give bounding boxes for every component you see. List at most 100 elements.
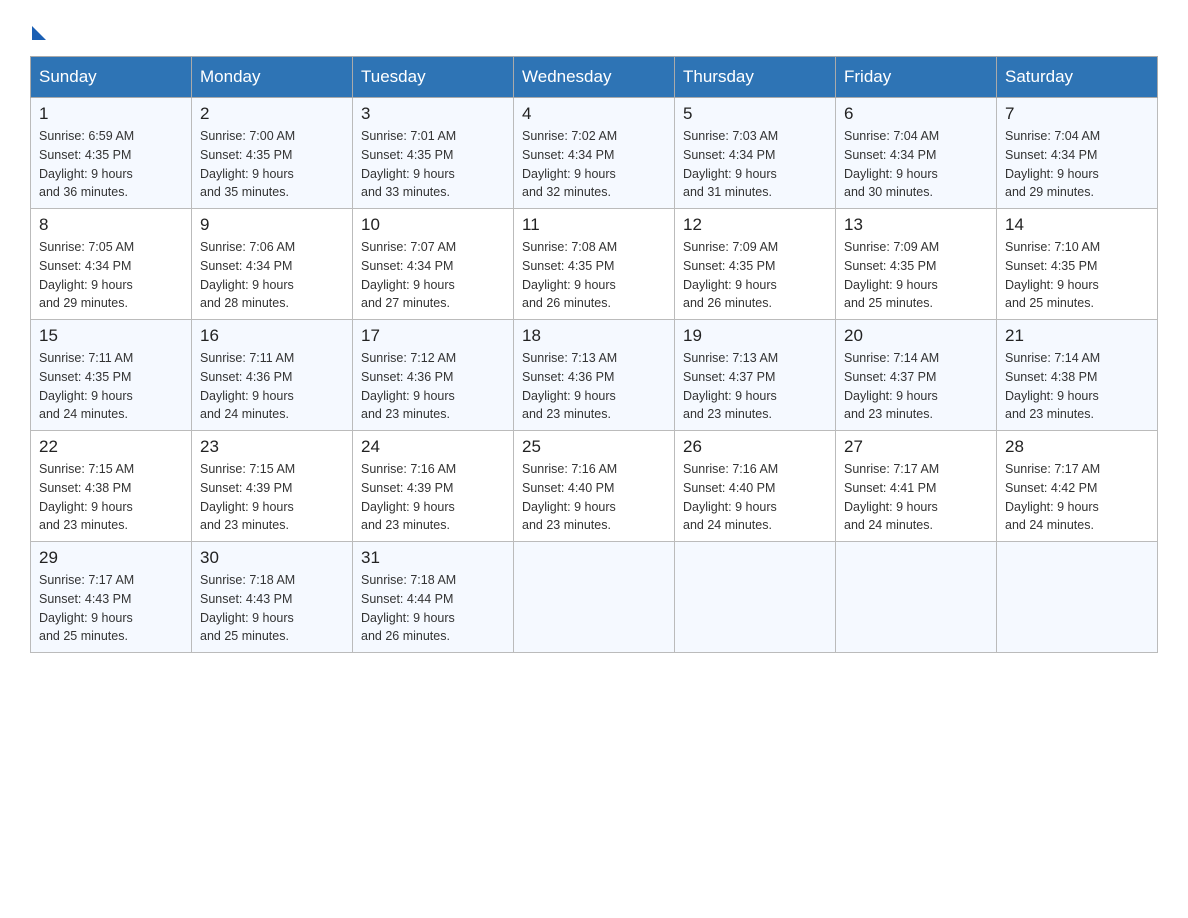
- calendar-cell: 29 Sunrise: 7:17 AMSunset: 4:43 PMDayligh…: [31, 542, 192, 653]
- day-info: Sunrise: 7:01 AMSunset: 4:35 PMDaylight:…: [361, 127, 505, 202]
- day-number: 11: [522, 215, 666, 235]
- calendar-cell: [836, 542, 997, 653]
- weekday-header-friday: Friday: [836, 57, 997, 98]
- calendar-cell: 12 Sunrise: 7:09 AMSunset: 4:35 PMDayligh…: [675, 209, 836, 320]
- calendar-cell: [675, 542, 836, 653]
- calendar-week-3: 15 Sunrise: 7:11 AMSunset: 4:35 PMDayligh…: [31, 320, 1158, 431]
- page-header: [30, 20, 1158, 36]
- day-info: Sunrise: 7:11 AMSunset: 4:35 PMDaylight:…: [39, 349, 183, 424]
- day-number: 23: [200, 437, 344, 457]
- calendar-cell: 26 Sunrise: 7:16 AMSunset: 4:40 PMDayligh…: [675, 431, 836, 542]
- weekday-header-sunday: Sunday: [31, 57, 192, 98]
- day-number: 8: [39, 215, 183, 235]
- day-number: 31: [361, 548, 505, 568]
- day-number: 19: [683, 326, 827, 346]
- day-info: Sunrise: 7:05 AMSunset: 4:34 PMDaylight:…: [39, 238, 183, 313]
- day-info: Sunrise: 7:07 AMSunset: 4:34 PMDaylight:…: [361, 238, 505, 313]
- calendar-cell: 8 Sunrise: 7:05 AMSunset: 4:34 PMDaylight…: [31, 209, 192, 320]
- day-info: Sunrise: 7:17 AMSunset: 4:41 PMDaylight:…: [844, 460, 988, 535]
- day-info: Sunrise: 7:13 AMSunset: 4:36 PMDaylight:…: [522, 349, 666, 424]
- day-number: 15: [39, 326, 183, 346]
- calendar-cell: [997, 542, 1158, 653]
- day-number: 24: [361, 437, 505, 457]
- logo: [30, 20, 46, 36]
- day-number: 26: [683, 437, 827, 457]
- day-number: 2: [200, 104, 344, 124]
- logo-triangle-icon: [32, 26, 46, 40]
- calendar-cell: 3 Sunrise: 7:01 AMSunset: 4:35 PMDaylight…: [353, 98, 514, 209]
- calendar-cell: 13Sunrise: 7:09 AMSunset: 4:35 PMDayligh…: [836, 209, 997, 320]
- weekday-header-tuesday: Tuesday: [353, 57, 514, 98]
- calendar-cell: [514, 542, 675, 653]
- logo-text: [30, 20, 46, 40]
- calendar-cell: 30 Sunrise: 7:18 AMSunset: 4:43 PMDayligh…: [192, 542, 353, 653]
- calendar-cell: 4Sunrise: 7:02 AMSunset: 4:34 PMDaylight…: [514, 98, 675, 209]
- calendar-cell: 22Sunrise: 7:15 AMSunset: 4:38 PMDayligh…: [31, 431, 192, 542]
- day-info: Sunrise: 7:17 AMSunset: 4:43 PMDaylight:…: [39, 571, 183, 646]
- day-number: 22: [39, 437, 183, 457]
- day-info: Sunrise: 7:08 AMSunset: 4:35 PMDaylight:…: [522, 238, 666, 313]
- day-info: Sunrise: 7:04 AMSunset: 4:34 PMDaylight:…: [1005, 127, 1149, 202]
- day-number: 1: [39, 104, 183, 124]
- day-info: Sunrise: 7:16 AMSunset: 4:39 PMDaylight:…: [361, 460, 505, 535]
- calendar-cell: 6Sunrise: 7:04 AMSunset: 4:34 PMDaylight…: [836, 98, 997, 209]
- day-info: Sunrise: 7:15 AMSunset: 4:39 PMDaylight:…: [200, 460, 344, 535]
- day-info: Sunrise: 6:59 AMSunset: 4:35 PMDaylight:…: [39, 127, 183, 202]
- day-number: 21: [1005, 326, 1149, 346]
- day-info: Sunrise: 7:03 AMSunset: 4:34 PMDaylight:…: [683, 127, 827, 202]
- day-info: Sunrise: 7:16 AMSunset: 4:40 PMDaylight:…: [683, 460, 827, 535]
- calendar-cell: 25Sunrise: 7:16 AMSunset: 4:40 PMDayligh…: [514, 431, 675, 542]
- day-number: 18: [522, 326, 666, 346]
- calendar-cell: 24 Sunrise: 7:16 AMSunset: 4:39 PMDayligh…: [353, 431, 514, 542]
- calendar-cell: 28 Sunrise: 7:17 AMSunset: 4:42 PMDayligh…: [997, 431, 1158, 542]
- calendar-week-5: 29 Sunrise: 7:17 AMSunset: 4:43 PMDayligh…: [31, 542, 1158, 653]
- weekday-header-monday: Monday: [192, 57, 353, 98]
- day-info: Sunrise: 7:12 AMSunset: 4:36 PMDaylight:…: [361, 349, 505, 424]
- day-number: 16: [200, 326, 344, 346]
- day-number: 3: [361, 104, 505, 124]
- day-number: 12: [683, 215, 827, 235]
- day-number: 25: [522, 437, 666, 457]
- calendar-cell: 21 Sunrise: 7:14 AMSunset: 4:38 PMDayligh…: [997, 320, 1158, 431]
- calendar-cell: 20Sunrise: 7:14 AMSunset: 4:37 PMDayligh…: [836, 320, 997, 431]
- day-info: Sunrise: 7:09 AMSunset: 4:35 PMDaylight:…: [844, 238, 988, 313]
- day-number: 14: [1005, 215, 1149, 235]
- calendar-body: 1 Sunrise: 6:59 AMSunset: 4:35 PMDaylight…: [31, 98, 1158, 653]
- day-number: 7: [1005, 104, 1149, 124]
- calendar-cell: 2 Sunrise: 7:00 AMSunset: 4:35 PMDaylight…: [192, 98, 353, 209]
- calendar-cell: 14Sunrise: 7:10 AMSunset: 4:35 PMDayligh…: [997, 209, 1158, 320]
- day-number: 10: [361, 215, 505, 235]
- day-info: Sunrise: 7:06 AMSunset: 4:34 PMDaylight:…: [200, 238, 344, 313]
- calendar-cell: 23 Sunrise: 7:15 AMSunset: 4:39 PMDayligh…: [192, 431, 353, 542]
- calendar-header: SundayMondayTuesdayWednesdayThursdayFrid…: [31, 57, 1158, 98]
- calendar-cell: 5Sunrise: 7:03 AMSunset: 4:34 PMDaylight…: [675, 98, 836, 209]
- calendar-cell: 27 Sunrise: 7:17 AMSunset: 4:41 PMDayligh…: [836, 431, 997, 542]
- calendar-week-4: 22Sunrise: 7:15 AMSunset: 4:38 PMDayligh…: [31, 431, 1158, 542]
- day-info: Sunrise: 7:14 AMSunset: 4:38 PMDaylight:…: [1005, 349, 1149, 424]
- day-number: 30: [200, 548, 344, 568]
- calendar-cell: 16 Sunrise: 7:11 AMSunset: 4:36 PMDayligh…: [192, 320, 353, 431]
- weekday-header-wednesday: Wednesday: [514, 57, 675, 98]
- day-info: Sunrise: 7:09 AMSunset: 4:35 PMDaylight:…: [683, 238, 827, 313]
- calendar-cell: 19 Sunrise: 7:13 AMSunset: 4:37 PMDayligh…: [675, 320, 836, 431]
- day-info: Sunrise: 7:04 AMSunset: 4:34 PMDaylight:…: [844, 127, 988, 202]
- day-number: 9: [200, 215, 344, 235]
- day-info: Sunrise: 7:00 AMSunset: 4:35 PMDaylight:…: [200, 127, 344, 202]
- day-info: Sunrise: 7:18 AMSunset: 4:43 PMDaylight:…: [200, 571, 344, 646]
- calendar-cell: 15 Sunrise: 7:11 AMSunset: 4:35 PMDayligh…: [31, 320, 192, 431]
- day-number: 29: [39, 548, 183, 568]
- calendar-cell: 18 Sunrise: 7:13 AMSunset: 4:36 PMDayligh…: [514, 320, 675, 431]
- day-number: 27: [844, 437, 988, 457]
- day-info: Sunrise: 7:17 AMSunset: 4:42 PMDaylight:…: [1005, 460, 1149, 535]
- calendar-cell: 9 Sunrise: 7:06 AMSunset: 4:34 PMDaylight…: [192, 209, 353, 320]
- day-number: 28: [1005, 437, 1149, 457]
- weekday-row: SundayMondayTuesdayWednesdayThursdayFrid…: [31, 57, 1158, 98]
- calendar-week-1: 1 Sunrise: 6:59 AMSunset: 4:35 PMDaylight…: [31, 98, 1158, 209]
- day-number: 4: [522, 104, 666, 124]
- weekday-header-thursday: Thursday: [675, 57, 836, 98]
- day-info: Sunrise: 7:13 AMSunset: 4:37 PMDaylight:…: [683, 349, 827, 424]
- calendar-cell: 10 Sunrise: 7:07 AMSunset: 4:34 PMDayligh…: [353, 209, 514, 320]
- day-number: 20: [844, 326, 988, 346]
- day-info: Sunrise: 7:11 AMSunset: 4:36 PMDaylight:…: [200, 349, 344, 424]
- calendar-cell: 7 Sunrise: 7:04 AMSunset: 4:34 PMDaylight…: [997, 98, 1158, 209]
